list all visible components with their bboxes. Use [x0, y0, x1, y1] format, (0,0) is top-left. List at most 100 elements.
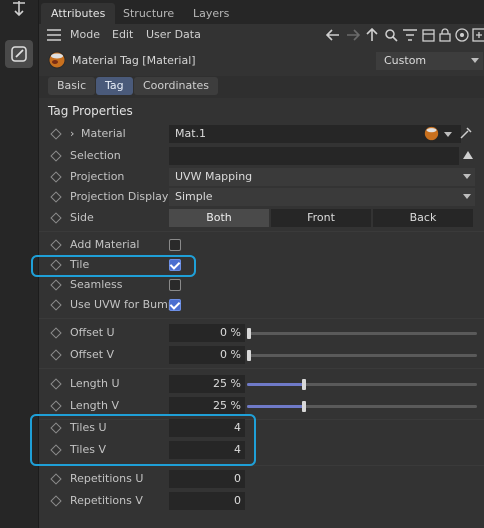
length-v-slider-knob[interactable] — [302, 401, 306, 412]
side-label: Side — [70, 211, 94, 224]
object-title: Material Tag [Material] — [72, 54, 196, 67]
add-panel-icon[interactable] — [471, 27, 484, 43]
use-uvw-for-bump-row: Use UVW for Bump — [39, 295, 479, 315]
repetitions-v-input[interactable]: 0 — [169, 492, 245, 510]
repetitions-u-input[interactable]: 0 — [169, 470, 245, 488]
offset-u-row: Offset U 0 % — [39, 323, 479, 343]
preset-value: Custom — [384, 54, 427, 67]
length-u-label: Length U — [70, 377, 120, 390]
layout-icon[interactable] — [420, 27, 436, 43]
tile-highlight-box — [31, 255, 196, 277]
offset-u-input[interactable]: 0 % — [169, 324, 245, 342]
use-uvw-for-bump-label: Use UVW for Bump — [70, 298, 175, 311]
move-tool-icon[interactable] — [5, 0, 33, 22]
material-row: › Material Mat.1 — [39, 124, 479, 144]
keyframe-diamond-icon[interactable] — [50, 327, 62, 339]
length-u-input[interactable]: 25 % — [169, 375, 245, 393]
length-v-input[interactable]: 25 % — [169, 397, 245, 415]
side-option-back[interactable]: Back — [373, 209, 473, 227]
search-icon[interactable] — [383, 27, 399, 43]
repetitions-v-row: Repetitions V 0 — [39, 491, 479, 511]
selection-up-icon[interactable] — [463, 151, 473, 159]
menu-mode[interactable]: Mode — [70, 28, 100, 41]
divider — [39, 231, 484, 232]
keyframe-diamond-icon[interactable] — [50, 279, 62, 291]
keyframe-diamond-icon[interactable] — [50, 128, 62, 140]
chevron-down-icon — [471, 58, 479, 63]
divider — [39, 368, 484, 369]
keyframe-diamond-icon[interactable] — [50, 473, 62, 485]
back-arrow-icon[interactable] — [325, 27, 341, 43]
offset-u-slider-track[interactable] — [247, 332, 477, 335]
offset-u-slider-knob[interactable] — [247, 328, 251, 339]
material-preview-icon — [424, 126, 439, 144]
chevron-down-icon — [463, 174, 471, 179]
selection-field[interactable] — [169, 147, 459, 165]
keyframe-diamond-icon[interactable] — [50, 299, 62, 311]
keyframe-diamond-icon[interactable] — [50, 191, 62, 203]
add-material-row: Add Material — [39, 235, 479, 255]
keyframe-diamond-icon[interactable] — [50, 212, 62, 224]
keyframe-diamond-icon[interactable] — [50, 400, 62, 412]
projection-dropdown[interactable]: UVW Mapping — [169, 168, 475, 186]
forward-arrow-icon[interactable] — [345, 27, 361, 43]
offset-v-slider-track[interactable] — [247, 354, 477, 357]
keyframe-diamond-icon[interactable] — [50, 171, 62, 183]
add-material-label: Add Material — [70, 238, 140, 251]
section-title: Tag Properties — [48, 104, 133, 118]
offset-v-slider-knob[interactable] — [247, 350, 251, 361]
repetitions-u-row: Repetitions U 0 — [39, 469, 479, 489]
offset-v-row: Offset V 0 % — [39, 345, 479, 365]
hamburger-menu-icon[interactable] — [47, 29, 61, 44]
repetitions-v-label: Repetitions V — [70, 494, 143, 507]
target-icon[interactable] — [454, 27, 470, 43]
material-chevron-icon[interactable] — [444, 132, 452, 137]
projection-display-dropdown[interactable]: Simple — [169, 188, 475, 206]
menu-user-data[interactable]: User Data — [146, 28, 201, 41]
preset-dropdown[interactable]: Custom — [376, 52, 483, 70]
projection-row: Projection UVW Mapping — [39, 167, 479, 187]
subtab-coordinates[interactable]: Coordinates — [134, 77, 219, 95]
offset-u-label: Offset U — [70, 326, 115, 339]
offset-v-input[interactable]: 0 % — [169, 346, 245, 364]
subtab-basic[interactable]: Basic — [48, 77, 96, 95]
projection-value: UVW Mapping — [175, 170, 253, 183]
keyframe-diamond-icon[interactable] — [50, 495, 62, 507]
expand-chevron-icon[interactable]: › — [70, 127, 74, 140]
tab-layers[interactable]: Layers — [183, 3, 239, 24]
keyframe-diamond-icon[interactable] — [50, 239, 62, 251]
selection-row: Selection — [39, 146, 479, 166]
lock-icon[interactable] — [437, 27, 453, 43]
keyframe-diamond-icon[interactable] — [50, 378, 62, 390]
length-u-slider-knob[interactable] — [302, 379, 306, 390]
material-label: Material — [81, 127, 126, 140]
selection-label: Selection — [70, 149, 121, 162]
length-v-label: Length V — [70, 399, 119, 412]
side-option-both[interactable]: Both — [169, 209, 269, 227]
tab-structure[interactable]: Structure — [113, 3, 184, 24]
filter-icon[interactable] — [402, 27, 418, 43]
keyframe-diamond-icon[interactable] — [50, 349, 62, 361]
subtab-tag[interactable]: Tag — [96, 77, 133, 95]
repetitions-u-label: Repetitions U — [70, 472, 144, 485]
tab-attributes[interactable]: Attributes — [41, 3, 116, 24]
offset-v-label: Offset V — [70, 348, 115, 361]
add-material-checkbox[interactable] — [169, 239, 181, 251]
up-arrow-icon[interactable] — [364, 27, 380, 43]
side-row: Side Both Front Back — [39, 208, 479, 228]
projection-label: Projection — [70, 170, 125, 183]
edit-tag-icon[interactable] — [5, 40, 33, 68]
side-option-front[interactable]: Front — [271, 209, 371, 227]
pick-eyedropper-icon[interactable] — [459, 126, 473, 143]
material-sphere-icon — [48, 51, 66, 69]
tiles-highlight-box — [30, 414, 256, 466]
seamless-checkbox[interactable] — [169, 279, 181, 291]
projection-display-row: Projection Display Simple — [39, 187, 479, 207]
material-link-field[interactable]: Mat.1 — [169, 125, 461, 143]
keyframe-diamond-icon[interactable] — [50, 150, 62, 162]
menu-edit[interactable]: Edit — [112, 28, 133, 41]
object-header: Material Tag [Material] Custom — [39, 46, 484, 76]
use-uvw-for-bump-checkbox[interactable] — [169, 299, 181, 311]
projection-display-label: Projection Display — [70, 190, 169, 203]
length-u-row: Length U 25 % — [39, 374, 479, 394]
